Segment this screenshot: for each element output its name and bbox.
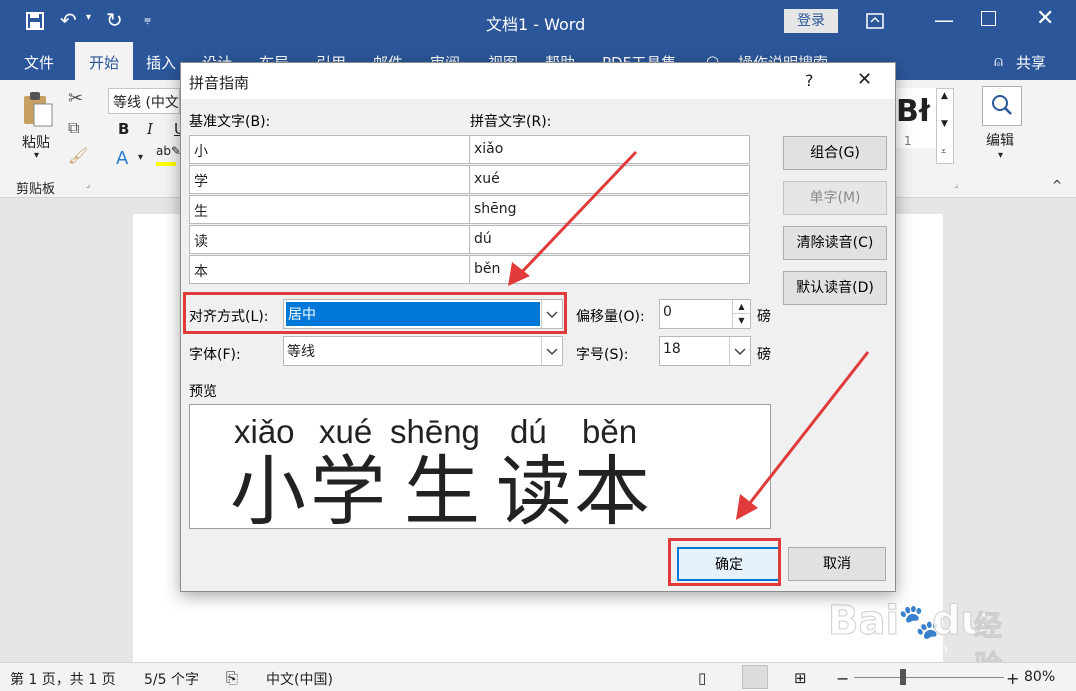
arrow-line-to-ok — [744, 351, 870, 509]
arrow-line-to-alignment — [518, 150, 638, 276]
annotation-arrows — [508, 150, 870, 520]
